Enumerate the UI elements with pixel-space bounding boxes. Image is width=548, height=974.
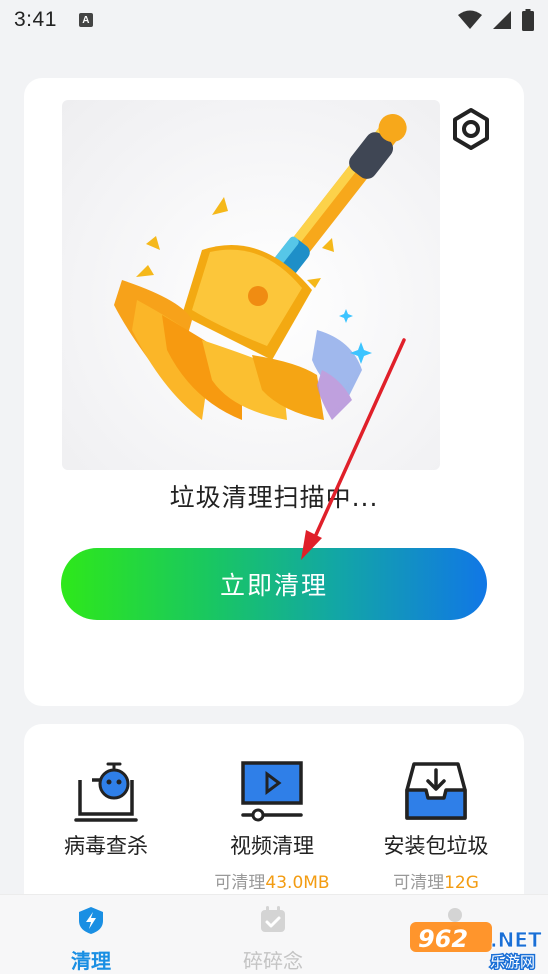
calendar-check-icon (261, 906, 285, 932)
scan-status-text: 垃圾清理扫描中... (169, 483, 379, 512)
svg-text:962: 962 (418, 925, 468, 953)
settings-button[interactable] (448, 106, 494, 152)
download-tray-icon (405, 762, 467, 820)
svg-text:乐游网: 乐游网 (490, 953, 535, 970)
svg-text:.NET: .NET (490, 928, 542, 952)
status-indicators (458, 9, 534, 31)
wifi-icon (458, 10, 482, 29)
tool-apk-junk[interactable]: 安装包垃圾 可清理12G (356, 756, 516, 893)
tool-label: 病毒查杀 (64, 834, 148, 858)
site-watermark-logo: 962 .NET 乐游网 (410, 920, 546, 973)
nav-tab-notes[interactable]: 碎碎念 (218, 905, 328, 974)
watermark-962-logo: 962 .NET 乐游网 (410, 922, 542, 973)
status-time: 3:41 (14, 8, 57, 31)
cleaner-card: 垃圾清理扫描中... 立即清理 (24, 78, 524, 706)
tool-sub-prefix: 可清理 (214, 873, 266, 893)
settings-hexagon-icon (453, 108, 489, 150)
tool-sub-value: 12G (444, 873, 479, 893)
clean-now-button[interactable]: 立即清理 (61, 548, 487, 620)
tool-label: 视频清理 (230, 834, 314, 858)
video-clean-icon (241, 761, 303, 822)
broom-icon (114, 113, 407, 420)
tool-video-clean[interactable]: 视频清理 可清理43.0MB (192, 756, 352, 893)
notification-a-icon: A (78, 13, 93, 27)
battery-icon (522, 9, 534, 31)
tool-cleanable-size: 可清理43.0MB (192, 868, 352, 893)
virus-scan-icon (74, 762, 138, 822)
tool-virus-scan[interactable]: 病毒查杀 (26, 756, 186, 860)
nav-tab-clean[interactable]: 清理 (36, 905, 146, 974)
tool-label: 安装包垃圾 (383, 834, 489, 858)
nav-label: 清理 (71, 949, 111, 973)
broom-illustration (62, 100, 440, 470)
tool-sub-value: 43.0MB (265, 873, 330, 893)
tool-cleanable-size: 可清理12G (356, 868, 516, 893)
signal-icon (493, 11, 511, 29)
status-bar: 3:41 A (0, 0, 548, 40)
lightning-shield-icon (79, 907, 103, 934)
tool-sub-prefix: 可清理 (393, 873, 445, 893)
nav-label: 碎碎念 (243, 949, 303, 973)
